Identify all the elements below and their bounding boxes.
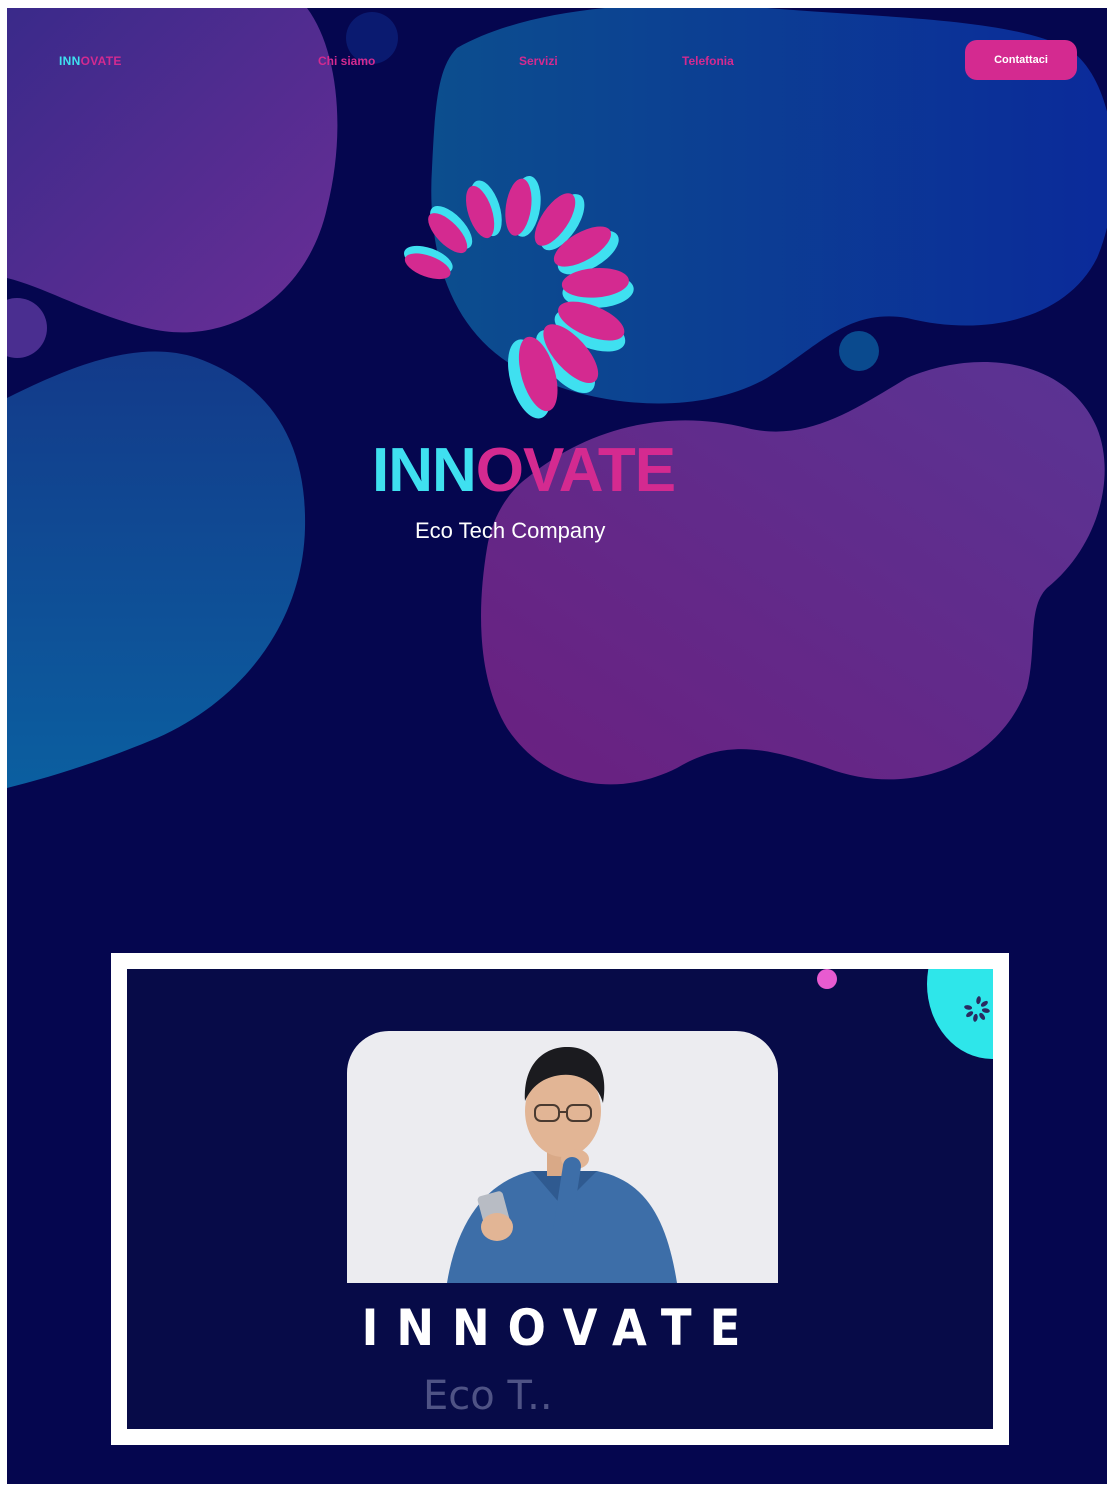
hero-title-part1: INN — [372, 436, 477, 505]
contact-button[interactable]: Contattaci — [965, 40, 1077, 80]
video-photo — [347, 1031, 778, 1283]
decorative-dot — [817, 969, 837, 989]
nav-logo-part1: INN — [59, 54, 81, 68]
hero-subtitle: Eco Tech Company — [415, 518, 606, 543]
nav-link-chi-siamo[interactable]: Chi siamo — [318, 54, 375, 68]
page: INNOVATE Chi siamo Servizi Telefonia Con… — [7, 8, 1107, 1484]
nav-logo-part2: OVATE — [80, 54, 122, 68]
person-illustration — [447, 1046, 677, 1283]
hero-title-part2: OVATE — [475, 436, 676, 505]
nav-link-servizi[interactable]: Servizi — [519, 54, 558, 68]
video-title: INNOVATE — [361, 1299, 759, 1357]
video-subtitle: Eco T.. — [423, 1373, 553, 1419]
nav-link-telefonia[interactable]: Telefonia — [682, 54, 734, 68]
video-frame[interactable]: INNOVATE Eco T.. — [111, 953, 1009, 1445]
hero-title: INNOVATE — [372, 440, 676, 502]
video-player[interactable]: INNOVATE Eco T.. — [127, 969, 993, 1429]
video-corner-logo-icon — [964, 996, 990, 1022]
swirl-logo-icon — [404, 175, 634, 419]
nav-logo[interactable]: INNOVATE — [59, 54, 122, 68]
